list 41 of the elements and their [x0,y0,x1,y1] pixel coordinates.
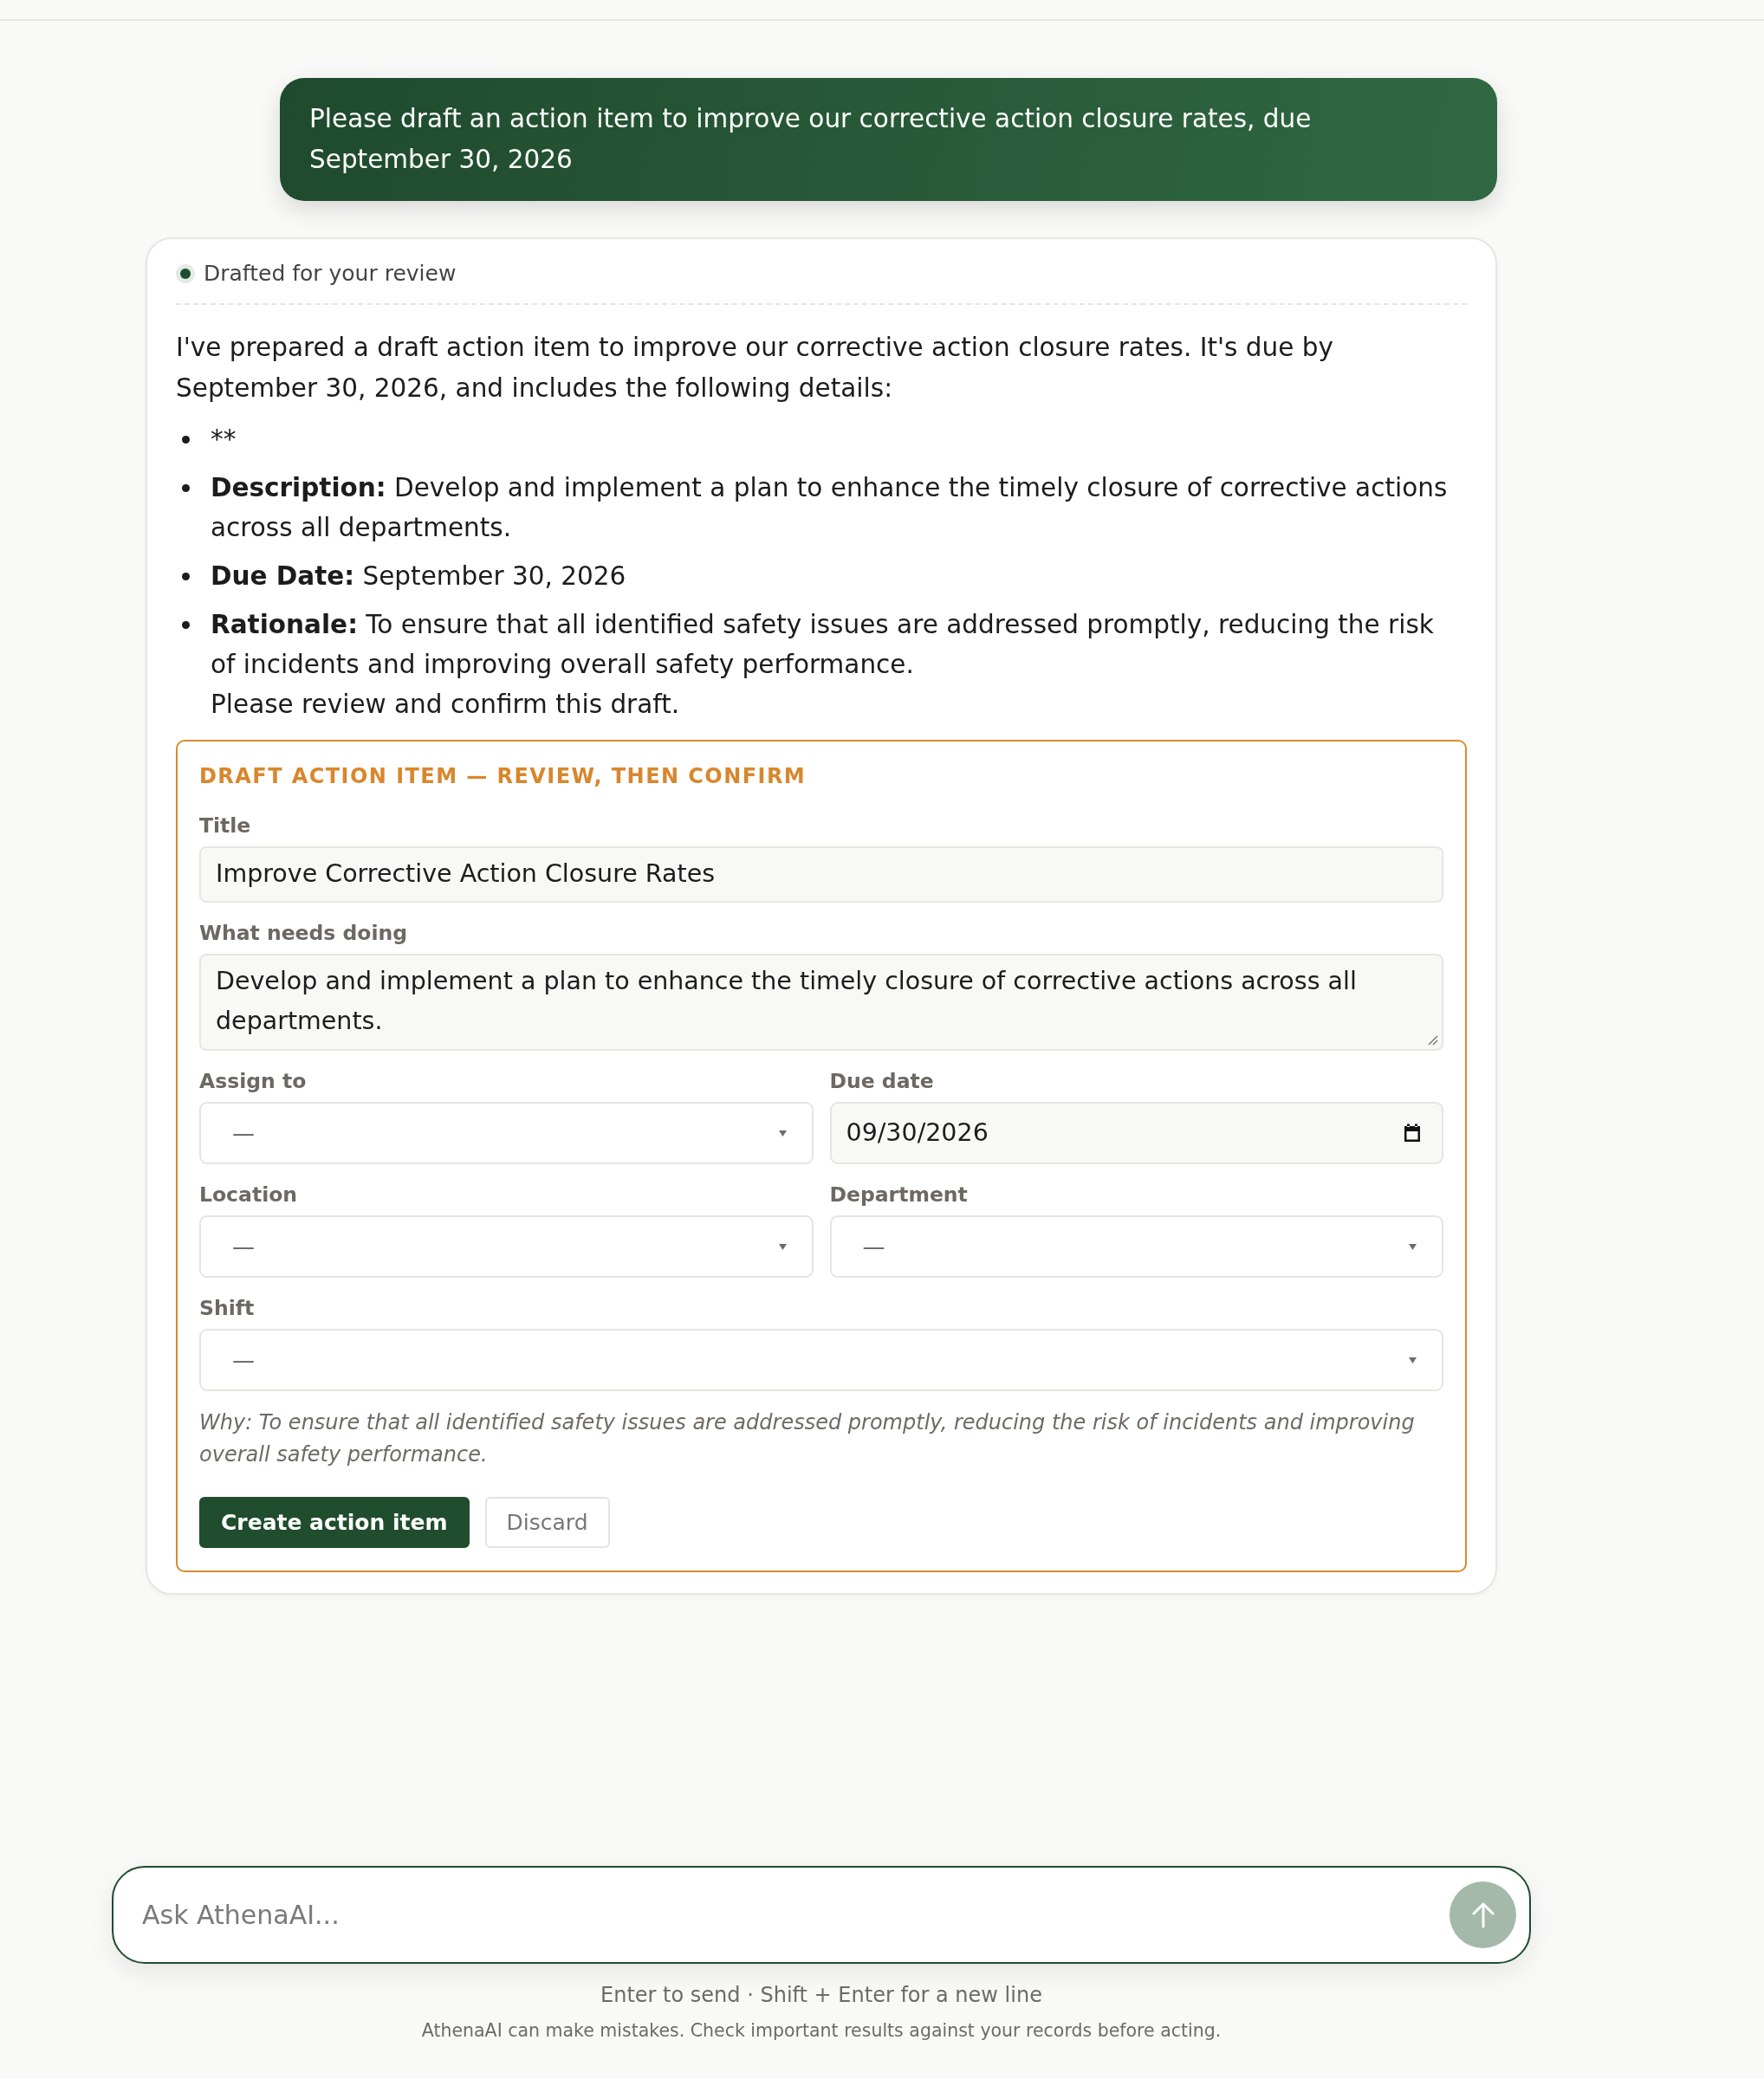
bullet-text: ** [211,424,237,456]
field-label: What needs doing [199,921,409,945]
date-field[interactable]: 09/30/2026 [829,1102,1443,1164]
keyboard-hint: Enter to send · Shift + Enter for a new line [600,1982,1042,2009]
text-field[interactable]: Improve Corrective Action Closure Rates [199,846,1443,903]
dropdown-field[interactable]: — [199,1215,814,1278]
caret-icon [1409,1243,1417,1250]
caret-icon [1409,1357,1417,1363]
resize-handle-icon[interactable] [1428,1035,1438,1046]
bullet-icon [182,483,190,492]
bullet-icon [182,435,190,444]
why-note: Why: To ensure that all identified safety issues are addressed promptly, reducing the risk of incidents and improving overall safety performance. [199,1409,1416,1468]
field-label: Title [199,813,252,838]
discard-button[interactable]: Discard [484,1497,610,1548]
intro-paragraph: I've prepared a draft action item to improve our corrective action closure rates. It's due by September 30, 2026, and includes the following details: [176,332,1334,405]
dropdown-field[interactable]: — [199,1329,1443,1391]
disclaimer-text: AthenaAI can make mistakes. Check important results against your records before acting. [421,2019,1222,2043]
field-label: Assign to [199,1069,308,1093]
bullet-icon [182,572,190,580]
field-label: Due date [829,1069,935,1093]
caret-icon [778,1130,787,1137]
dropdown-field[interactable]: — [829,1215,1443,1278]
draft-form-heading: DRAFT ACTION ITEM — REVIEW, THEN CONFIRM [199,763,807,790]
bullet-text: Rationale: To ensure that all identified safety issues are addressed promptly, reducing the risk of incidents and improving overall safety performance. [211,609,1435,681]
message-input-field[interactable]: Ask AthenaAI... [112,1866,1531,1964]
status-dot-icon [176,264,195,283]
arrow-up-icon [1470,1901,1495,1928]
bullet-text: Description: Develop and implement a plan to enhance the timely closure of corrective actions across all departments. [211,472,1449,544]
closing-text: Please review and confirm this draft. [211,690,680,719]
dropdown-field[interactable]: — [199,1102,814,1164]
user-message-bubble: Please draft an action item to improve our corrective action closure rates, due September 30, 2026 [280,78,1497,201]
textarea-field[interactable]: Develop and implement a plan to enhance the timely closure of corrective actions across all departments. [199,954,1443,1051]
status-text: Drafted for your review [204,260,457,288]
field-label: Department [829,1182,969,1207]
create-button[interactable]: Create action item [199,1497,470,1548]
calendar-icon[interactable] [1402,1123,1423,1143]
caret-icon [778,1243,787,1250]
field-label: Shift [199,1296,256,1320]
bullet-icon [182,620,190,629]
bullet-text: Due Date: September 30, 2026 [211,560,626,593]
field-label: Location [199,1182,299,1207]
